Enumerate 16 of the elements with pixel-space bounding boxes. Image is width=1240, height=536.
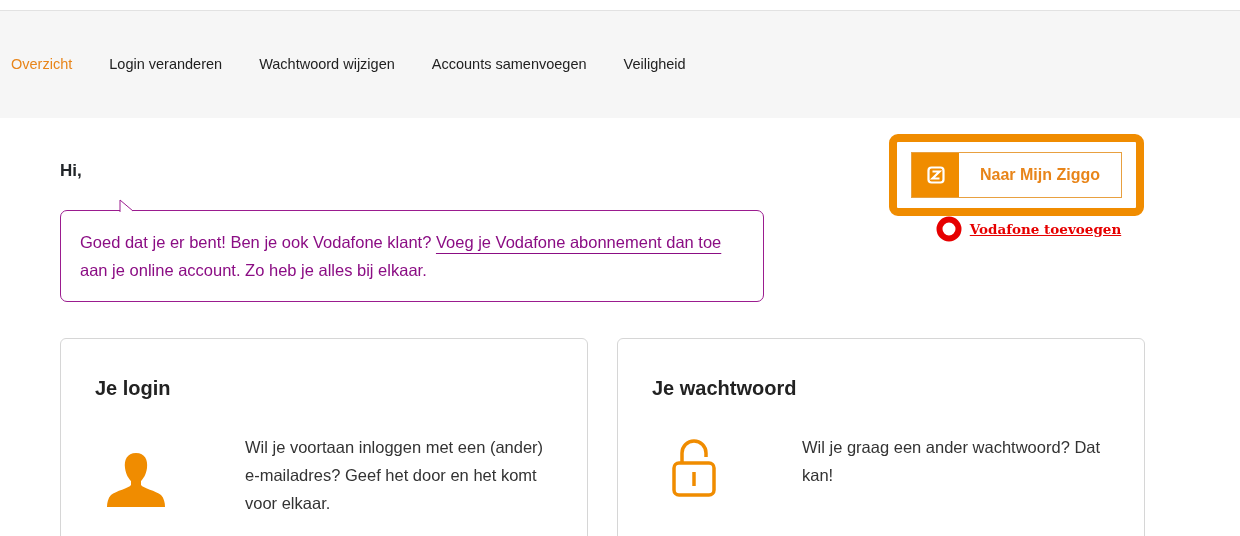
card-title: Je login	[95, 375, 172, 401]
nav-tab[interactable]: Wachtwoord wijzigen	[259, 53, 395, 76]
card-title: Je wachtwoord	[652, 375, 798, 401]
ziggo-logo-icon	[926, 166, 945, 184]
vodafone-link[interactable]: Vodafone toevoegen	[969, 218, 1122, 240]
lock-icon	[672, 438, 716, 497]
greeting: Hi,	[60, 160, 83, 182]
nav-tab[interactable]: Veiligheid	[623, 53, 686, 76]
vodafone-ring-icon	[935, 216, 962, 242]
card-text: Wil je voortaan inloggen met een (ander) e-mailadres? Geef het door en het komt voor elkaar.	[245, 436, 545, 514]
card-text: Wil je graag een ander wachtwoord? Dat kan!	[802, 436, 1102, 486]
add-subscription-link[interactable]: Voeg je Vodafone abonnement dan toe	[435, 232, 722, 251]
nav-tab[interactable]: Login veranderen	[109, 53, 223, 76]
person-icon	[106, 452, 166, 507]
nav-tab[interactable]: Accounts samenvoegen	[431, 53, 587, 76]
callout-text: Goed dat je er bent! Ben je ook Vodafone klant? Voeg je Vodafone abonnement dan toe aan je online account. Zo heb je alles bij elkaar.	[80, 231, 723, 281]
